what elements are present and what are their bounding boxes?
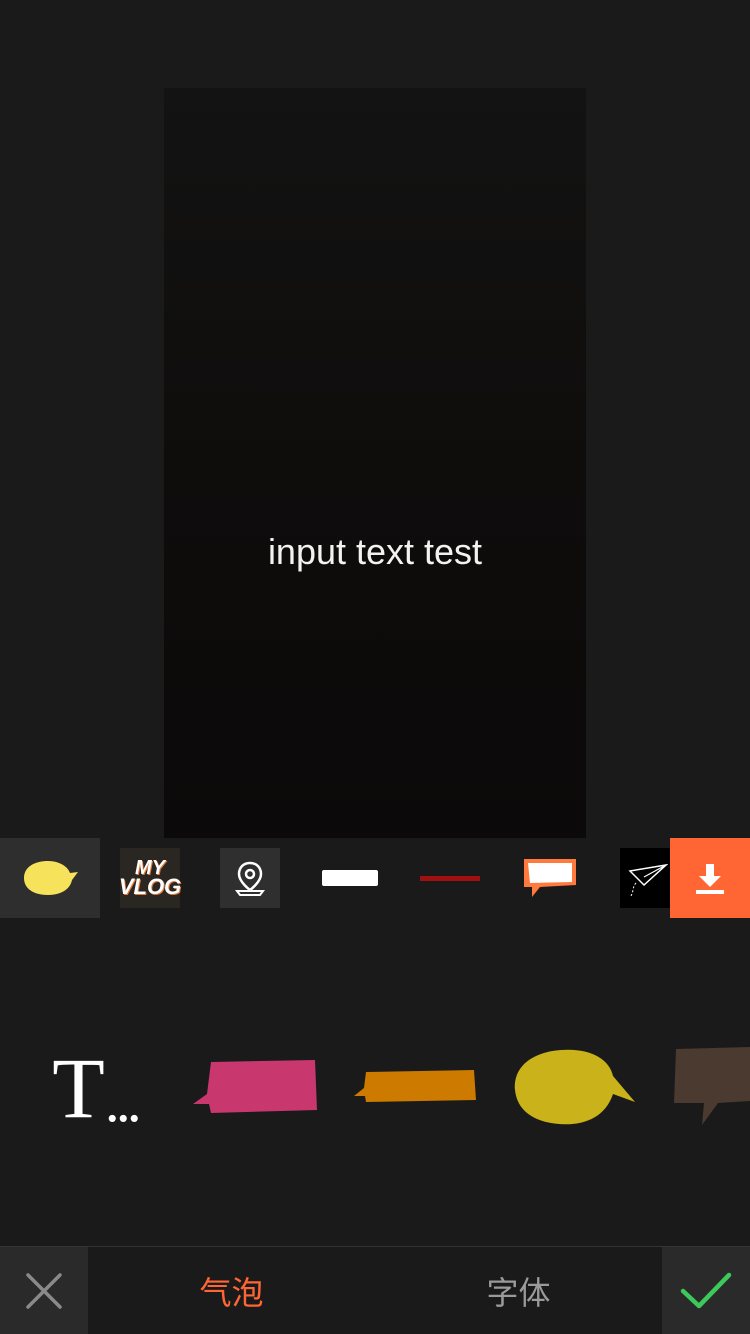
orange-rect-bubble-icon — [354, 1070, 476, 1102]
category-paper-plane[interactable] — [600, 838, 670, 918]
white-bar-icon — [322, 870, 378, 886]
red-line-icon — [420, 875, 480, 881]
paper-plane-icon — [620, 848, 670, 908]
bottom-bar: 气泡 字体 — [0, 1246, 750, 1334]
check-icon — [680, 1272, 732, 1309]
category-location[interactable] — [200, 838, 300, 918]
category-white-bar[interactable] — [300, 838, 400, 918]
confirm-button[interactable] — [662, 1247, 750, 1334]
sticker-category-strip: MY VLOG — [0, 838, 750, 918]
tab-font[interactable]: 字体 — [375, 1247, 662, 1334]
category-orange-speech[interactable] — [500, 838, 600, 918]
download-icon — [696, 864, 724, 894]
style-orange-bubble[interactable] — [350, 1038, 480, 1138]
text-only-glyph: T — [52, 1040, 105, 1136]
preview-area: input text test — [0, 0, 750, 838]
my-vlog-icon: MY VLOG — [119, 848, 181, 908]
bubble-styles-list: T ... — [0, 918, 750, 1246]
yellow-bubble-icon — [24, 861, 78, 895]
style-yellow-bubble[interactable] — [508, 1038, 640, 1138]
video-preview[interactable]: input text test — [164, 88, 586, 838]
category-red-line[interactable] — [400, 838, 500, 918]
yellow-round-bubble-icon — [514, 1049, 635, 1125]
pink-rect-bubble-icon — [193, 1060, 317, 1113]
close-icon — [26, 1273, 62, 1309]
style-brown-bubble[interactable] — [668, 1038, 750, 1138]
tab-bubble[interactable]: 气泡 — [88, 1247, 375, 1334]
brown-speech-bubble-icon — [674, 1047, 750, 1125]
category-yellow-bubble[interactable] — [0, 838, 100, 918]
cancel-button[interactable] — [0, 1247, 88, 1334]
text-only-dots: ... — [104, 1068, 142, 1134]
location-pin-icon — [220, 848, 280, 908]
overlay-text[interactable]: input text test — [164, 531, 586, 573]
category-my-vlog[interactable]: MY VLOG — [100, 838, 200, 918]
download-button[interactable] — [670, 838, 750, 918]
orange-speech-bubble-icon — [524, 859, 576, 897]
style-pink-bubble[interactable] — [190, 1038, 320, 1138]
style-text-only[interactable]: T ... — [40, 1038, 150, 1138]
